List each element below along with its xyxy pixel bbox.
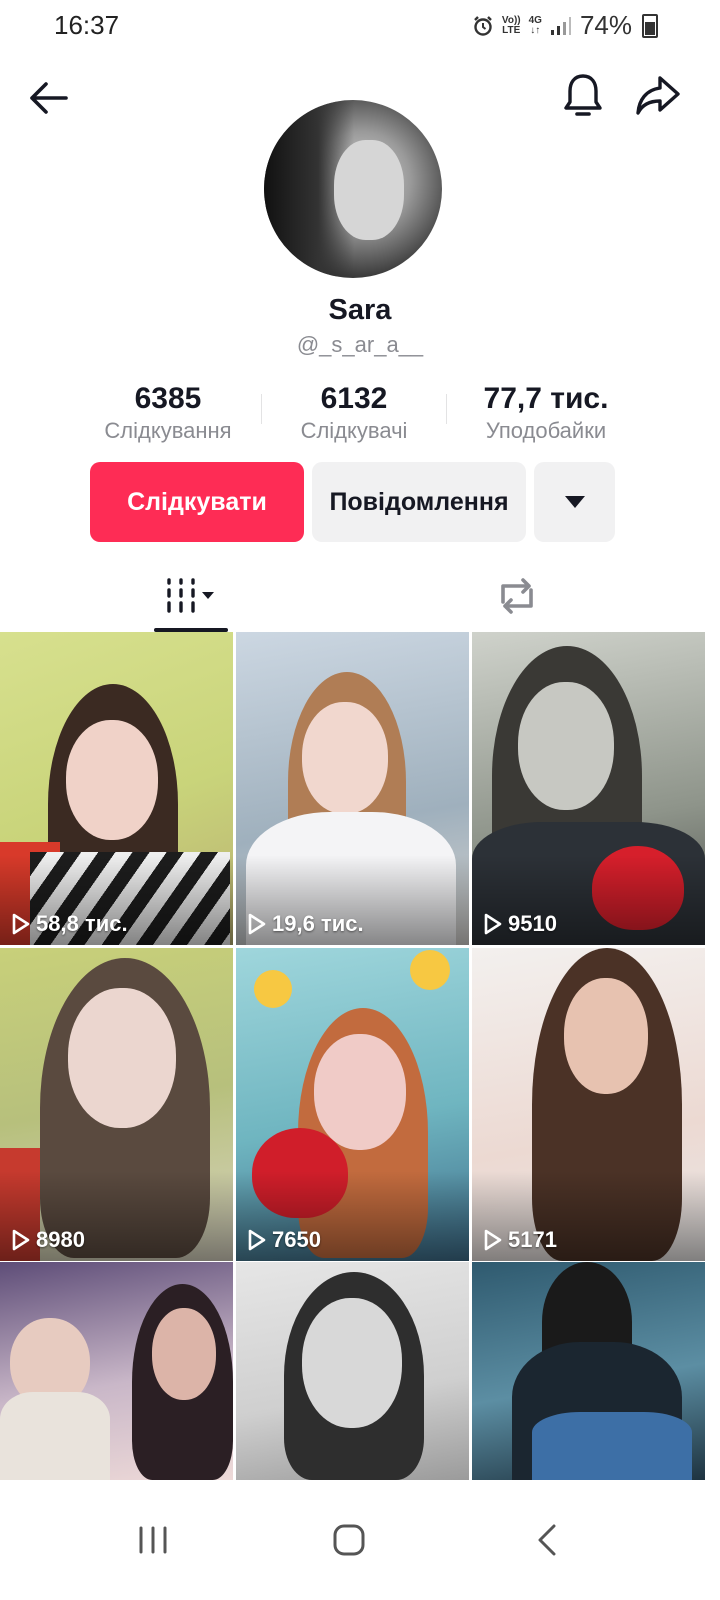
stat-followers[interactable]: 6132 Слідкувачі	[274, 382, 434, 444]
message-button[interactable]: Повідомлення	[312, 462, 526, 542]
notifications-button[interactable]	[555, 68, 611, 124]
profile-stats: 6385 Слідкування 6132 Слідкувачі 77,7 ти…	[86, 382, 634, 446]
video-tile[interactable]	[236, 1262, 469, 1480]
play-icon	[484, 1229, 502, 1251]
recent-apps-icon	[139, 1526, 167, 1554]
status-time: 16:37	[54, 10, 120, 40]
stat-divider	[446, 394, 447, 424]
view-count: 7650	[248, 1227, 321, 1253]
status-icons: Vo)) LTE 4G ↓↑ 74%	[472, 10, 658, 41]
thumbnail-shape	[314, 1034, 406, 1150]
video-tile[interactable]	[0, 1262, 233, 1480]
alarm-icon	[474, 15, 492, 36]
video-tile[interactable]: 8980	[0, 948, 233, 1261]
thumbnail-shape	[302, 702, 388, 814]
videos-grid-icon	[167, 578, 214, 613]
thumbnail-shape	[518, 682, 614, 810]
play-icon	[248, 913, 266, 935]
status-bar: 16:37 Vo)) LTE 4G ↓↑ 74%	[0, 0, 720, 52]
view-count-text: 19,6 тис.	[272, 911, 364, 936]
view-count-text: 58,8 тис.	[36, 911, 128, 936]
play-icon	[12, 1229, 30, 1251]
volte-label-top: Vo))	[501, 14, 521, 26]
stat-divider	[261, 394, 262, 424]
play-icon	[248, 1229, 266, 1251]
avatar-face-shape	[334, 140, 404, 240]
thumbnail-shape	[152, 1308, 216, 1400]
follow-button[interactable]: Слідкувати	[90, 462, 304, 542]
network-indicator: 4G ↓↑	[528, 14, 542, 36]
video-tile[interactable]: 5171	[472, 948, 705, 1261]
view-count-text: 9510	[508, 911, 557, 936]
video-tile[interactable]: 7650	[236, 948, 469, 1261]
video-tile[interactable]: 19,6 тис.	[236, 632, 469, 945]
home-button[interactable]	[314, 1510, 384, 1570]
stat-likes[interactable]: 77,7 тис. Уподобайки	[458, 382, 634, 444]
stat-following-value: 6385	[134, 382, 202, 415]
system-back-button[interactable]	[512, 1510, 582, 1570]
view-count: 8980	[12, 1227, 85, 1253]
tab-reposts[interactable]	[480, 560, 554, 632]
volte-indicator: Vo)) LTE	[501, 14, 521, 36]
thumbnail-shape	[532, 1412, 692, 1480]
home-icon	[333, 1524, 365, 1556]
stat-following-label: Слідкування	[104, 418, 232, 443]
view-count-text: 7650	[272, 1227, 321, 1252]
thumbnail-shape	[66, 720, 158, 840]
view-count: 9510	[484, 911, 557, 937]
play-icon	[12, 913, 30, 935]
share-button[interactable]	[630, 68, 686, 124]
network-label: 4G	[528, 14, 542, 26]
battery-percent: 74%	[579, 10, 632, 40]
avatar[interactable]	[264, 100, 442, 278]
repost-icon	[501, 578, 533, 614]
share-icon	[636, 76, 680, 115]
stat-likes-label: Уподобайки	[485, 418, 607, 443]
stat-followers-label: Слідкувачі	[300, 418, 408, 443]
volte-label-bottom: LTE	[502, 24, 521, 36]
view-count: 58,8 тис.	[12, 911, 128, 937]
stat-likes-value: 77,7 тис.	[483, 382, 609, 415]
system-nav-bar	[0, 1480, 720, 1600]
crying-emoji-sticker	[410, 950, 450, 990]
thumbnail-shape	[68, 988, 176, 1128]
sad-emoji-sticker	[254, 970, 292, 1008]
recent-apps-button[interactable]	[118, 1510, 188, 1570]
stat-following[interactable]: 6385 Слідкування	[86, 382, 250, 444]
back-icon	[538, 1524, 556, 1556]
view-count: 19,6 тис.	[248, 911, 364, 937]
view-count: 5171	[484, 1227, 557, 1253]
profile-tabs	[0, 560, 720, 632]
bell-icon	[564, 74, 602, 116]
thumbnail-shape	[564, 978, 648, 1094]
stat-followers-value: 6132	[320, 382, 388, 415]
back-arrow-icon	[30, 82, 68, 114]
video-tile[interactable]	[472, 1262, 705, 1480]
profile-name: Sara	[328, 294, 392, 326]
view-count-text: 8980	[36, 1227, 85, 1252]
video-tile[interactable]: 9510	[472, 632, 705, 945]
more-options-button[interactable]	[534, 462, 615, 542]
view-count-text: 5171	[508, 1227, 557, 1252]
profile-handle: @_s_ar_a__	[296, 332, 424, 357]
back-button[interactable]	[20, 70, 76, 126]
signal-icon	[550, 16, 571, 35]
thumbnail-shape	[302, 1298, 402, 1428]
video-tile[interactable]: 58,8 тис.	[0, 632, 233, 945]
tab-videos[interactable]	[154, 560, 228, 632]
data-arrows-icon: ↓↑	[530, 24, 541, 36]
thumbnail-shape	[0, 1392, 110, 1480]
play-icon	[484, 913, 502, 935]
battery-icon	[642, 13, 658, 38]
caret-down-icon	[564, 496, 585, 508]
